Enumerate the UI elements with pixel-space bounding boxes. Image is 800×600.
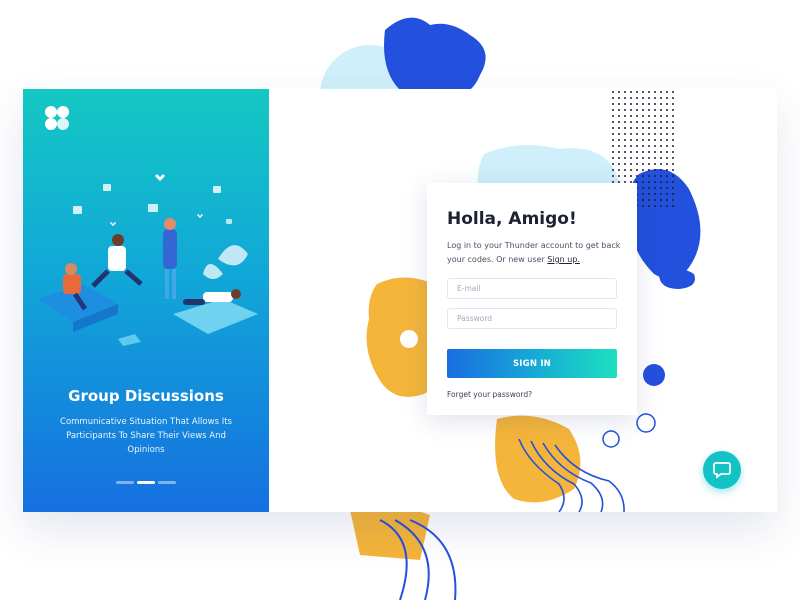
- chat-bubble-icon: [713, 462, 731, 479]
- password-field[interactable]: [447, 308, 617, 329]
- signup-link[interactable]: Sign up.: [547, 255, 580, 264]
- login-description-text: Log in to your Thunder account to get ba…: [447, 241, 621, 264]
- login-card: Holla, Amigo! Log in to your Thunder acc…: [427, 183, 637, 415]
- onboarding-title: Group Discussions: [68, 387, 224, 405]
- carousel-dots: [116, 481, 176, 485]
- email-field[interactable]: [447, 278, 617, 299]
- login-description: Log in to your Thunder account to get ba…: [447, 239, 627, 267]
- carousel-dot-1[interactable]: [116, 481, 134, 484]
- forgot-password-link[interactable]: Forget your password?: [447, 390, 532, 399]
- carousel-dot-3[interactable]: [158, 481, 176, 484]
- chat-button[interactable]: [703, 451, 741, 489]
- onboarding-subtitle: Communicative Situation That Allows Its …: [60, 417, 232, 455]
- carousel-dot-2[interactable]: [137, 481, 155, 484]
- clover-logo-icon: [45, 106, 69, 130]
- onboarding-panel: Group Discussions Communicative Situatio…: [23, 89, 269, 512]
- login-title: Holla, Amigo!: [447, 209, 577, 229]
- sign-in-button[interactable]: SIGN IN: [447, 349, 617, 378]
- group-discussion-illustration: [38, 174, 258, 346]
